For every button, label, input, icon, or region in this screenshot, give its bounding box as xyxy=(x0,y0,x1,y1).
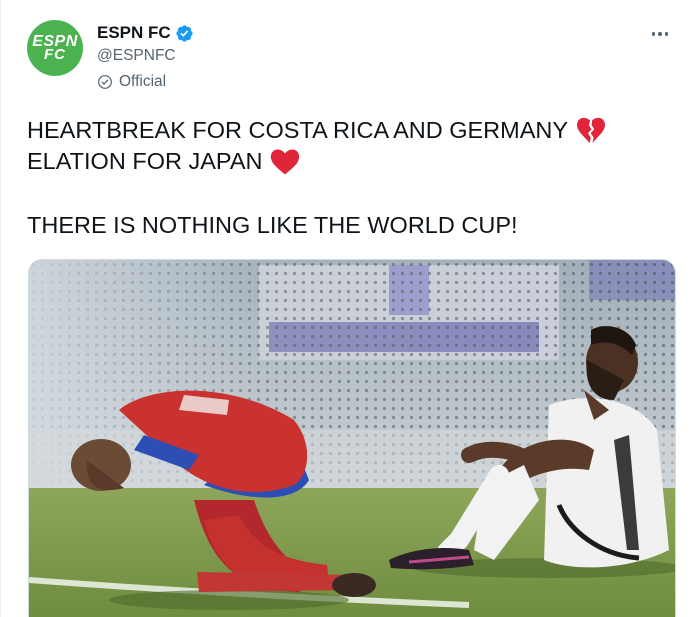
espn-fc-logo: ESPN FC xyxy=(32,34,78,63)
tweet-line-3-text: THERE IS NOTHING LIKE THE WORLD CUP! xyxy=(27,212,518,238)
red-heart-icon xyxy=(271,149,300,174)
display-name[interactable]: ESPN FC xyxy=(97,23,171,43)
verified-badge-icon xyxy=(176,24,193,42)
tweet-header: ESPN FC ESPN FC @ESPNFC Official xyxy=(27,18,680,98)
tweet-line-2-text: ELATION FOR JAPAN xyxy=(27,148,263,174)
account-handle[interactable]: @ESPNFC xyxy=(97,47,176,65)
match-photo xyxy=(29,260,675,617)
tweet-media-image[interactable] xyxy=(28,259,676,617)
official-label: Official xyxy=(119,73,167,90)
tweet-card: ESPN FC ESPN FC @ESPNFC Official HEARTBR… xyxy=(0,0,700,617)
tweet-line-3: THERE IS NOTHING LIKE THE WORLD CUP! xyxy=(27,210,680,241)
name-row: ESPN FC xyxy=(97,22,194,44)
tweet-line-2: ELATION FOR JAPAN xyxy=(27,146,680,177)
official-label-row: Official xyxy=(97,73,166,91)
avatar[interactable]: ESPN FC xyxy=(27,20,83,76)
more-options-icon[interactable] xyxy=(646,24,674,44)
tweet-line-1-text: HEARTBREAK FOR COSTA RICA AND GERMANY xyxy=(27,117,569,143)
tweet-line-1: HEARTBREAK FOR COSTA RICA AND GERMANY xyxy=(27,115,680,146)
tweet-text: HEARTBREAK FOR COSTA RICA AND GERMANY EL… xyxy=(27,115,680,241)
official-check-icon xyxy=(98,75,112,89)
broken-heart-icon xyxy=(577,117,606,143)
